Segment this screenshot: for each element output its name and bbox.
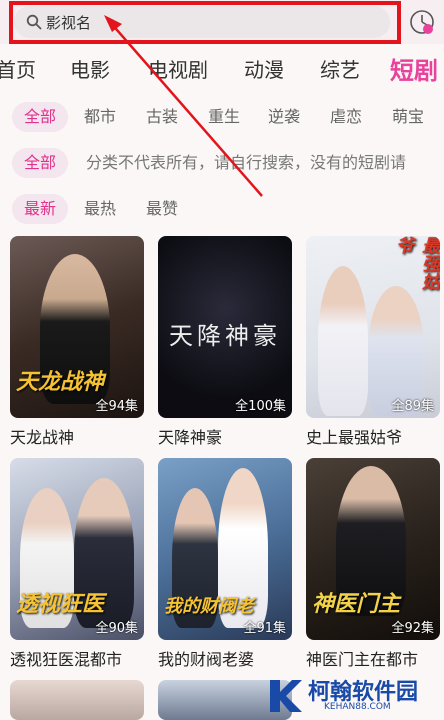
top-bar: 影视名 [0,0,444,44]
genre-chip-cute-baby[interactable]: 萌宝 [392,102,424,132]
drama-card[interactable]: 最强姑爷 全89集 史上最强姑爷 [306,236,440,448]
genre-chip-rebirth[interactable]: 重生 [208,102,240,132]
drama-poster[interactable]: 最强姑爷 全89集 [306,236,440,418]
episode-count-badge: 全89集 [391,399,434,414]
poster-title-art: 最强姑爷 [393,236,440,290]
drama-poster[interactable]: 天龙战神 全94集 [10,236,144,418]
drama-poster[interactable]: 透视狂医 全90集 [10,458,144,640]
category-tabs: 首页 电影 电视剧 动漫 综艺 短剧 [0,46,444,90]
drama-title[interactable]: 我的财阀老婆 [158,646,292,670]
drama-card[interactable]: 天龙战神 全94集 天龙战神 [10,236,144,448]
sort-chip-newest[interactable]: 最新 [12,194,69,224]
drama-card[interactable]: 透视狂医 全90集 透视狂医混都市 [10,458,144,670]
sort-filter-row: 最新 最热 最赞 [0,192,444,226]
episode-count-badge: 全100集 [235,399,286,414]
poster-title-art: 神医门主 [312,592,401,617]
drama-title[interactable]: 天龙战神 [10,424,144,448]
drama-card[interactable]: 神医门主 全92集 神医门主在都市 [306,458,440,670]
episode-count-badge: 全91集 [243,621,286,636]
drama-poster[interactable]: 我的财阀老 全91集 [158,458,292,640]
tab-home[interactable]: 首页 [0,54,36,83]
tab-variety[interactable]: 综艺 [320,54,360,83]
category-note: 分类不代表所有，请自行搜索，没有的短剧请 [86,153,407,172]
episode-count-badge: 全90集 [95,621,138,636]
poster-title-art: 我的财阀老 [164,596,254,617]
history-icon[interactable] [408,8,436,36]
search-input[interactable]: 影视名 [14,6,390,38]
poster-title-art: 透视狂医 [16,592,105,617]
genre-filter-row: 全部 都市 古装 重生 逆袭 虐恋 萌宝 [0,100,444,134]
watermark-url: KEHAN88.COM [324,702,391,712]
category-filter-row: 全部 分类不代表所有，请自行搜索，没有的短剧请 [0,146,444,180]
drama-title[interactable]: 史上最强姑爷 [306,424,440,448]
drama-poster[interactable]: 天降神豪 全100集 [158,236,292,418]
drama-card[interactable]: 天降神豪 全100集 天降神豪 [158,236,292,448]
genre-chip-tragic-love[interactable]: 虐恋 [330,102,362,132]
drama-title[interactable]: 神医门主在都市 [306,646,440,670]
genre-chip-urban[interactable]: 都市 [84,102,116,132]
genre-chip-all[interactable]: 全部 [12,102,69,132]
character-figure [318,266,368,416]
poster-title-art: 天龙战神 [16,370,105,395]
drama-card[interactable] [10,680,144,720]
episode-count-badge: 全94集 [95,399,138,414]
genre-chip-counterattack[interactable]: 逆袭 [268,102,300,132]
drama-title[interactable]: 天降神豪 [158,424,292,448]
episode-count-badge: 全92集 [391,621,434,636]
sort-chip-hottest[interactable]: 最热 [84,194,116,224]
tab-short-drama[interactable]: 短剧 [390,51,438,86]
drama-title[interactable]: 透视狂医混都市 [10,646,144,670]
sort-chip-most-liked[interactable]: 最赞 [146,194,178,224]
search-placeholder: 影视名 [46,13,92,32]
drama-card[interactable]: 我的财阀老 全91集 我的财阀老婆 [158,458,292,670]
watermark-logo-icon [270,680,302,712]
search-icon [26,14,42,30]
tab-anime[interactable]: 动漫 [244,54,284,83]
tab-tv-series[interactable]: 电视剧 [148,54,208,83]
poster-title-art: 天降神豪 [169,322,281,350]
tab-movies[interactable]: 电影 [70,54,110,83]
category-chip-all[interactable]: 全部 [12,148,69,178]
site-watermark: 柯翰软件园 KEHAN88.COM [264,672,444,720]
drama-poster[interactable]: 神医门主 全92集 [306,458,440,640]
drama-poster[interactable] [10,680,144,720]
genre-chip-costume[interactable]: 古装 [146,102,178,132]
